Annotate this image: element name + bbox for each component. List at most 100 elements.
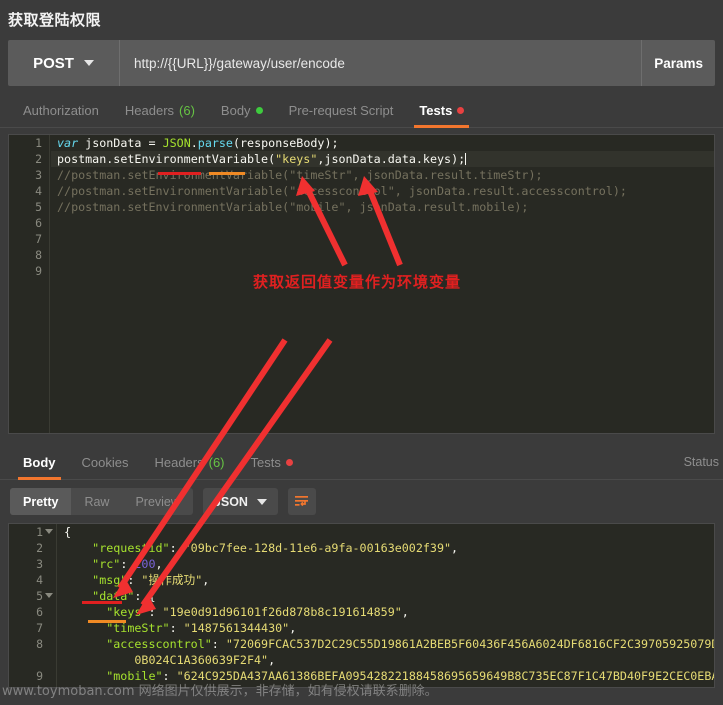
tab-label: Authorization xyxy=(23,103,99,118)
json-token: : xyxy=(120,557,135,571)
status-dot-green xyxy=(255,107,263,114)
json-token: "1487561344430" xyxy=(183,621,290,635)
line-number: 6 xyxy=(35,216,42,230)
code-token: var xyxy=(57,136,86,150)
code-token: (responseBody); xyxy=(232,136,339,150)
code-token: JSON xyxy=(162,136,191,150)
line-number: 2 xyxy=(35,152,42,166)
json-line: { xyxy=(58,524,714,540)
json-token: , xyxy=(268,653,276,667)
tab-authorization[interactable]: Authorization xyxy=(10,103,112,127)
status-dot-red xyxy=(457,107,465,114)
line-number: 4 xyxy=(35,184,42,198)
tab-pre-request-script[interactable]: Pre-request Script xyxy=(276,103,407,127)
tab-label: Tests xyxy=(250,455,281,470)
url-bar: POST http://{{URL}}/gateway/user/encode … xyxy=(8,40,715,86)
tab-label: Tests xyxy=(419,103,453,118)
code-token: //postman.setEnvironmentVariable("mobile… xyxy=(57,200,529,214)
request-title-bar: 获取登陆权限 xyxy=(0,0,723,40)
json-token: : xyxy=(148,605,163,619)
line-number: 8 xyxy=(35,248,42,262)
json-line: "rc": 200, xyxy=(58,556,714,572)
tab-headers[interactable]: Headers (6) xyxy=(112,103,208,127)
json-token: : xyxy=(169,621,184,635)
response-tab-tests[interactable]: Tests xyxy=(238,455,306,479)
line-number: 5 xyxy=(35,200,42,214)
json-line: "msg": "操作成功", xyxy=(58,572,714,588)
code-token: = xyxy=(148,136,163,150)
json-token: : xyxy=(211,637,226,651)
url-input[interactable]: http://{{URL}}/gateway/user/encode xyxy=(120,40,643,86)
watermark-text: www.toymoban.com 网络图片仅供展示，非存储，如有侵权请联系删除。 xyxy=(2,684,438,699)
response-view-toolbar: Pretty Raw Preview JSON xyxy=(0,480,723,523)
json-line: "requestid": "09bc7fee-128d-11e6-a9fa-00… xyxy=(58,540,714,556)
word-wrap-button[interactable] xyxy=(287,488,316,515)
tab-label: Body xyxy=(220,103,251,118)
json-token: "09bc7fee-128d-11e6-a9fa-00163e002f39" xyxy=(183,541,452,555)
code-line[interactable] xyxy=(51,231,714,247)
line-number: 9 xyxy=(35,264,42,278)
line-number: 4 xyxy=(36,573,43,587)
response-format-selector[interactable]: JSON xyxy=(202,488,278,515)
response-body-viewer[interactable]: 12345678910 { "requestid": "09bc7fee-128… xyxy=(8,523,715,688)
line-number: 1 xyxy=(9,524,56,540)
code-token: parse xyxy=(197,136,233,150)
json-token: "msg" xyxy=(92,573,128,587)
json-line: 0B024C1A360639F2F4", xyxy=(58,652,714,668)
json-token: , xyxy=(155,557,163,571)
response-tab-body[interactable]: Body xyxy=(10,455,69,480)
http-method-label: POST xyxy=(33,54,74,72)
response-status-label: Status xyxy=(683,455,719,469)
response-tab-cookies[interactable]: Cookies xyxy=(69,455,142,479)
json-line: "accesscontrol": "72069FCAC537D2C29C55D1… xyxy=(58,636,714,652)
code-token: ,jsonData.data.keys); xyxy=(317,152,466,166)
line-number: 3 xyxy=(35,168,42,182)
tab-count: (6) xyxy=(208,455,225,470)
response-json-area[interactable]: { "requestid": "09bc7fee-128d-11e6-a9fa-… xyxy=(58,524,714,687)
code-token: . xyxy=(190,136,198,150)
view-preview-button[interactable]: Preview xyxy=(122,488,192,515)
http-method-selector[interactable]: POST xyxy=(8,40,120,86)
page-title: 获取登陆权限 xyxy=(8,12,102,29)
tab-tests[interactable]: Tests xyxy=(406,103,477,128)
chevron-down-icon xyxy=(256,498,267,505)
fold-toggle-icon[interactable] xyxy=(45,593,53,598)
view-pretty-button[interactable]: Pretty xyxy=(10,488,72,515)
postman-window: 获取登陆权限 POST http://{{URL}}/gateway/user/… xyxy=(0,0,723,705)
tab-label: Cookies xyxy=(81,455,129,470)
code-line[interactable] xyxy=(51,215,714,231)
code-token: //postman.setEnvironmentVariable("timeSt… xyxy=(57,168,543,182)
tab-label: Body xyxy=(23,455,56,470)
json-token: "timeStr" xyxy=(106,621,170,635)
code-token: "keys" xyxy=(275,152,318,166)
tab-label: Headers xyxy=(154,455,204,470)
json-token: : xyxy=(169,541,184,555)
json-token: 0B024C1A360639F2F4" xyxy=(134,653,269,667)
code-line[interactable] xyxy=(51,247,714,263)
tab-body[interactable]: Body xyxy=(208,103,276,127)
fold-toggle-icon[interactable] xyxy=(45,529,53,534)
response-tab-headers[interactable]: Headers (6) xyxy=(141,455,237,479)
code-token: jsonData xyxy=(85,136,149,150)
json-line: "keys": "19e0d91d96101f26d878b8c19161485… xyxy=(58,604,714,620)
response-view-segmented: Pretty Raw Preview xyxy=(10,488,193,515)
chevron-down-icon xyxy=(83,60,94,66)
status-dot-red xyxy=(285,459,293,466)
code-line[interactable]: //postman.setEnvironmentVariable("timeSt… xyxy=(51,167,714,183)
tab-label: Pre-request Script xyxy=(288,103,394,118)
json-token: , xyxy=(289,621,297,635)
underline-json-data-key xyxy=(82,601,122,604)
view-raw-button[interactable]: Raw xyxy=(71,488,122,515)
line-number: 7 xyxy=(36,621,43,635)
code-line[interactable]: //postman.setEnvironmentVariable("mobile… xyxy=(51,199,714,215)
code-line[interactable]: var jsonData = JSON.parse(responseBody); xyxy=(51,135,714,151)
request-tabs: Authorization Headers (6) Body Pre-request … xyxy=(0,92,723,128)
code-line[interactable]: //postman.setEnvironmentVariable("access… xyxy=(51,183,714,199)
params-button[interactable]: Params xyxy=(642,40,715,86)
code-line[interactable]: postman.setEnvironmentVariable("keys",js… xyxy=(51,151,714,167)
underline-data-token xyxy=(158,172,201,175)
